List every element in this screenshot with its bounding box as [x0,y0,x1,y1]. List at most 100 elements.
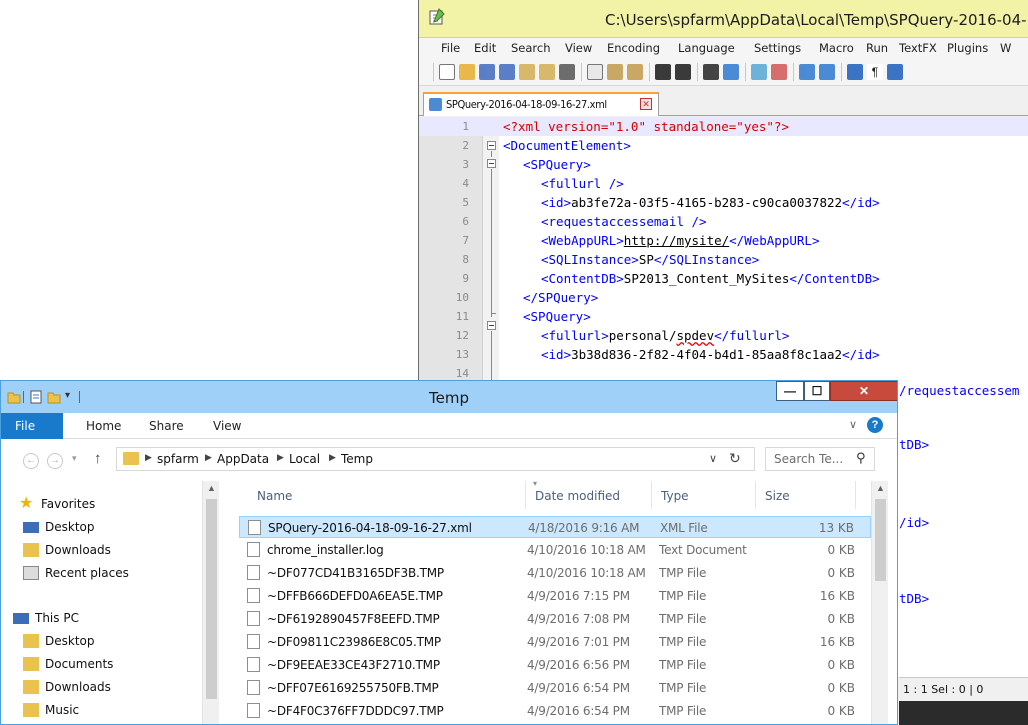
tab-spquery-xml[interactable]: SPQuery-2016-04-18-09-16-27.xml ✕ [423,92,659,116]
breadcrumb-separator-icon[interactable]: ▶ [277,452,284,463]
menu-search[interactable]: Search [511,41,551,55]
table-row[interactable]: SPQuery-2016-04-18-09-16-27.xml 4/18/2016… [239,516,871,538]
replace-icon[interactable] [723,64,739,80]
scroll-up-icon[interactable]: ▲ [203,483,220,493]
refresh-icon[interactable]: ↻ [729,450,741,467]
indent-guide-icon[interactable] [887,64,903,80]
menu-language[interactable]: Language [678,41,735,55]
close-file-icon[interactable] [519,64,535,80]
forward-icon[interactable]: → [47,453,63,469]
sync-v-icon[interactable] [799,64,815,80]
help-icon[interactable]: ? [867,417,883,433]
search-icon[interactable]: ⚲ [856,451,866,466]
column-name[interactable]: Name [257,489,292,503]
up-icon[interactable]: ↑ [94,450,102,467]
close-all-icon[interactable] [539,64,555,80]
nav-label: Recent places [45,566,129,580]
minimize-button[interactable]: — [776,381,804,401]
print-icon[interactable] [559,64,575,80]
breadcrumb-separator-icon[interactable]: ▶ [329,452,336,463]
breadcrumb-local[interactable]: Local [289,452,320,466]
notepad-toolbar: ¶ [419,58,1028,86]
notepad-tabbar: SPQuery-2016-04-18-09-16-27.xml ✕ [419,86,1028,116]
code-token: <fullurl /> [541,176,624,191]
column-divider[interactable] [855,481,856,509]
new-file-icon[interactable] [439,64,455,80]
table-row[interactable]: ~DF9EEAE33CE43F2710.TMP 4/9/2016 6:56 PM T… [239,654,871,676]
ribbon-expand-icon[interactable]: ∨ [849,418,857,431]
search-input[interactable]: Search Te... ⚲ [765,447,875,471]
undo-icon[interactable] [655,64,671,80]
find-icon[interactable] [703,64,719,80]
breadcrumb-separator-icon[interactable]: ▶ [145,452,152,463]
scroll-up-icon[interactable]: ▲ [872,483,889,493]
code-text: </SPQuery> [523,290,598,305]
menu-encoding[interactable]: Encoding [607,41,660,55]
show-all-chars-icon[interactable]: ¶ [867,64,883,80]
redo-icon[interactable] [675,64,691,80]
menu-run[interactable]: Run [866,41,888,55]
copy-icon[interactable] [607,64,623,80]
breadcrumb-spfarm[interactable]: spfarm [157,452,199,466]
cut-icon[interactable] [587,64,603,80]
word-wrap-icon[interactable] [847,64,863,80]
table-row[interactable]: ~DF077CD41B3165DF3B.TMP 4/10/2016 10:18 A… [239,562,871,584]
menu-window[interactable]: W [1000,41,1011,55]
scroll-thumb[interactable] [875,499,886,581]
code-token: <requestaccessemail /> [541,214,707,229]
table-row[interactable]: ~DF6192890457F8EEFD.TMP 4/9/2016 7:08 PM T… [239,608,871,630]
menu-textfx[interactable]: TextFX [899,41,937,55]
menu-file[interactable]: File [441,41,460,55]
file-list-scrollbar[interactable]: ▲ [871,481,889,724]
toolbar-separator [649,63,650,81]
breadcrumb-appdata[interactable]: AppData [217,452,269,466]
zoom-in-icon[interactable] [751,64,767,80]
breadcrumb-separator-icon[interactable]: ▶ [205,452,212,463]
column-type[interactable]: Type [661,489,689,503]
table-row[interactable]: ~DFFB666DEFD0A6EA5E.TMP 4/9/2016 7:15 PM T… [239,585,871,607]
table-row[interactable]: chrome_installer.log 4/10/2016 10:18 AM Te… [239,539,871,561]
paste-icon[interactable] [627,64,643,80]
table-row[interactable]: ~DF09811C23986E8C05.TMP 4/9/2016 7:01 PM T… [239,631,871,653]
nav-label: Favorites [41,497,96,511]
ribbon-tab-file[interactable]: File [1,413,63,439]
column-size[interactable]: Size [765,489,790,503]
menu-edit[interactable]: Edit [474,41,496,55]
zoom-out-icon[interactable] [771,64,787,80]
column-divider[interactable] [525,481,526,509]
nav-scrollbar[interactable]: ▲ [202,481,220,724]
maximize-button[interactable]: ☐ [804,381,830,401]
column-divider[interactable] [651,481,652,509]
ribbon-tab-home[interactable]: Home [86,419,121,433]
menu-plugins[interactable]: Plugins [947,41,988,55]
ribbon-tabs: File Home Share View ∨ ? [1,413,897,439]
code-token: spdev [676,328,715,343]
scroll-thumb[interactable] [206,499,217,699]
column-divider[interactable] [755,481,756,509]
column-date-modified[interactable]: Date modified [535,489,620,503]
save-all-icon[interactable] [499,64,515,80]
code-link[interactable]: http://mysite/ [624,233,729,248]
menu-view[interactable]: View [565,41,592,55]
menu-macro[interactable]: Macro [819,41,854,55]
save-icon[interactable] [479,64,495,80]
table-row[interactable]: ~DFF07E6169255750FB.TMP 4/9/2016 6:54 PM T… [239,677,871,699]
close-button[interactable]: ✕ [830,381,897,401]
menu-settings[interactable]: Settings [754,41,801,55]
table-row[interactable]: ~DF4F0C376FF7DDDC97.TMP 4/9/2016 6:54 PM T… [239,700,871,722]
explorer-titlebar[interactable]: ▾ Temp — ☐ ✕ [1,381,897,413]
code-line: 4 <fullurl /> [419,174,1028,193]
notepad-titlebar[interactable]: C:\Users\spfarm\AppData\Local\Temp\SPQue… [419,0,1028,38]
open-folder-icon[interactable] [459,64,475,80]
ribbon-tab-share[interactable]: Share [149,419,184,433]
sync-h-icon[interactable] [819,64,835,80]
close-tab-icon[interactable]: ✕ [640,98,652,110]
address-bar-row: ← → ▾ ↑ ▶ spfarm ▶ AppData ▶ Local ▶ Tem… [1,439,897,481]
breadcrumb-temp[interactable]: Temp [341,452,373,466]
ribbon-tab-view[interactable]: View [213,419,241,433]
address-box[interactable]: ▶ spfarm ▶ AppData ▶ Local ▶ Temp ∨ ↻ [116,447,755,471]
recent-locations-icon[interactable]: ▾ [72,453,77,464]
file-name: ~DF09811C23986E8C05.TMP [267,635,441,649]
back-icon[interactable]: ← [23,453,39,469]
address-dropdown-icon[interactable]: ∨ [709,452,717,465]
